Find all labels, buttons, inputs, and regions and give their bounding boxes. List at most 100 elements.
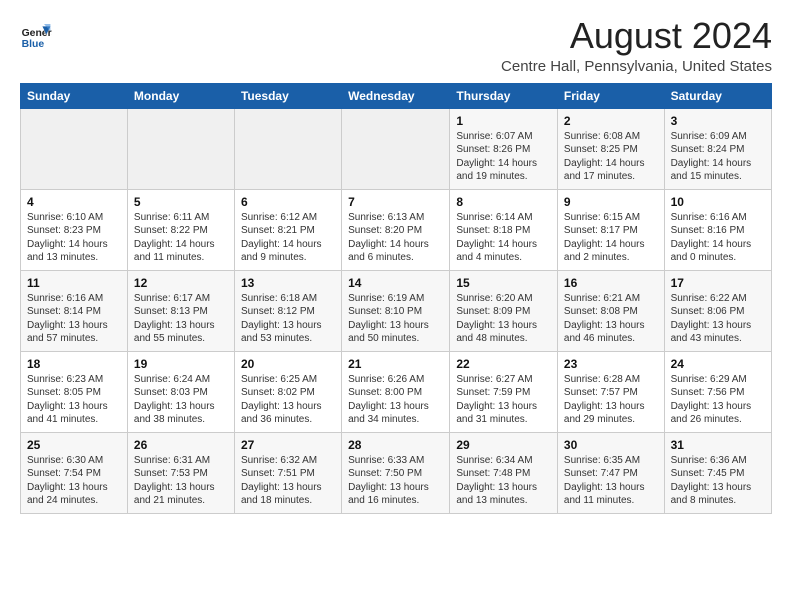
day-number: 28 — [348, 438, 443, 452]
day-info: Sunrise: 6:14 AM Sunset: 8:18 PM Dayligh… — [456, 211, 551, 265]
day-number: 21 — [348, 357, 443, 371]
title-block: August 2024 Centre Hall, Pennsylvania, U… — [501, 16, 772, 75]
calendar-cell — [21, 108, 128, 189]
day-info: Sunrise: 6:08 AM Sunset: 8:25 PM Dayligh… — [564, 130, 658, 184]
day-number: 24 — [671, 357, 765, 371]
calendar-cell: 26Sunrise: 6:31 AM Sunset: 7:53 PM Dayli… — [127, 432, 234, 513]
day-info: Sunrise: 6:16 AM Sunset: 8:14 PM Dayligh… — [27, 292, 121, 346]
calendar-cell: 20 Sunrise: 6:25 AM Sunset: 8:02 PM Dayli… — [234, 351, 341, 432]
calendar-cell: 30 Sunrise: 6:35 AM Sunset: 7:47 PM Dayli… — [557, 432, 664, 513]
day-number: 8 — [456, 195, 551, 209]
calendar-cell: 17 Sunrise: 6:22 AM Sunset: 8:06 PM Dayli… — [664, 270, 771, 351]
header-saturday: Saturday — [664, 83, 771, 108]
header-tuesday: Tuesday — [234, 83, 341, 108]
day-info: Sunrise: 6:17 AM Sunset: 8:13 PM Dayligh… — [134, 292, 228, 346]
day-number: 10 — [671, 195, 765, 209]
page-header: General Blue August 2024 Centre Hall, Pe… — [20, 16, 772, 75]
calendar-week-row: 1Sunrise: 6:07 AM Sunset: 8:26 PM Daylig… — [21, 108, 772, 189]
calendar-cell: 3 Sunrise: 6:09 AM Sunset: 8:24 PM Daylig… — [664, 108, 771, 189]
header-thursday: Thursday — [450, 83, 558, 108]
calendar-cell: 9Sunrise: 6:15 AM Sunset: 8:17 PM Daylig… — [557, 189, 664, 270]
calendar-cell: 4 Sunrise: 6:10 AM Sunset: 8:23 PM Daylig… — [21, 189, 128, 270]
weekday-header-row: Sunday Monday Tuesday Wednesday Thursday… — [21, 83, 772, 108]
day-info: Sunrise: 6:09 AM Sunset: 8:24 PM Dayligh… — [671, 130, 765, 184]
day-number: 27 — [241, 438, 335, 452]
logo-icon: General Blue — [20, 20, 52, 52]
calendar-cell: 2 Sunrise: 6:08 AM Sunset: 8:25 PM Daylig… — [557, 108, 664, 189]
calendar-cell: 18Sunrise: 6:23 AM Sunset: 8:05 PM Dayli… — [21, 351, 128, 432]
logo: General Blue — [20, 20, 52, 52]
calendar-week-row: 18Sunrise: 6:23 AM Sunset: 8:05 PM Dayli… — [21, 351, 772, 432]
day-number: 25 — [27, 438, 121, 452]
day-number: 20 — [241, 357, 335, 371]
day-info: Sunrise: 6:07 AM Sunset: 8:26 PM Dayligh… — [456, 130, 551, 184]
calendar-title: August 2024 — [501, 16, 772, 56]
calendar-cell: 21Sunrise: 6:26 AM Sunset: 8:00 PM Dayli… — [342, 351, 450, 432]
calendar-cell: 23Sunrise: 6:28 AM Sunset: 7:57 PM Dayli… — [557, 351, 664, 432]
day-number: 3 — [671, 114, 765, 128]
day-info: Sunrise: 6:22 AM Sunset: 8:06 PM Dayligh… — [671, 292, 765, 346]
day-info: Sunrise: 6:29 AM Sunset: 7:56 PM Dayligh… — [671, 373, 765, 427]
calendar-subtitle: Centre Hall, Pennsylvania, United States — [501, 58, 772, 75]
day-number: 15 — [456, 276, 551, 290]
day-number: 30 — [564, 438, 658, 452]
calendar-cell: 27 Sunrise: 6:32 AM Sunset: 7:51 PM Dayli… — [234, 432, 341, 513]
day-info: Sunrise: 6:27 AM Sunset: 7:59 PM Dayligh… — [456, 373, 551, 427]
day-info: Sunrise: 6:16 AM Sunset: 8:16 PM Dayligh… — [671, 211, 765, 265]
calendar-cell: 22 Sunrise: 6:27 AM Sunset: 7:59 PM Dayli… — [450, 351, 558, 432]
day-number: 19 — [134, 357, 228, 371]
calendar-cell — [234, 108, 341, 189]
calendar-week-row: 11 Sunrise: 6:16 AM Sunset: 8:14 PM Dayli… — [21, 270, 772, 351]
header-wednesday: Wednesday — [342, 83, 450, 108]
calendar-cell: 5Sunrise: 6:11 AM Sunset: 8:22 PM Daylig… — [127, 189, 234, 270]
calendar-cell: 15 Sunrise: 6:20 AM Sunset: 8:09 PM Dayli… — [450, 270, 558, 351]
day-number: 12 — [134, 276, 228, 290]
day-info: Sunrise: 6:10 AM Sunset: 8:23 PM Dayligh… — [27, 211, 121, 265]
day-info: Sunrise: 6:12 AM Sunset: 8:21 PM Dayligh… — [241, 211, 335, 265]
day-info: Sunrise: 6:13 AM Sunset: 8:20 PM Dayligh… — [348, 211, 443, 265]
calendar-cell: 1Sunrise: 6:07 AM Sunset: 8:26 PM Daylig… — [450, 108, 558, 189]
calendar-cell: 7 Sunrise: 6:13 AM Sunset: 8:20 PM Daylig… — [342, 189, 450, 270]
calendar-cell: 29Sunrise: 6:34 AM Sunset: 7:48 PM Dayli… — [450, 432, 558, 513]
calendar-cell: 24 Sunrise: 6:29 AM Sunset: 7:56 PM Dayli… — [664, 351, 771, 432]
header-friday: Friday — [557, 83, 664, 108]
day-number: 7 — [348, 195, 443, 209]
calendar-cell: 12 Sunrise: 6:17 AM Sunset: 8:13 PM Dayli… — [127, 270, 234, 351]
calendar-cell: 16Sunrise: 6:21 AM Sunset: 8:08 PM Dayli… — [557, 270, 664, 351]
day-number: 4 — [27, 195, 121, 209]
svg-text:Blue: Blue — [22, 39, 45, 50]
day-info: Sunrise: 6:30 AM Sunset: 7:54 PM Dayligh… — [27, 454, 121, 508]
day-info: Sunrise: 6:25 AM Sunset: 8:02 PM Dayligh… — [241, 373, 335, 427]
day-info: Sunrise: 6:18 AM Sunset: 8:12 PM Dayligh… — [241, 292, 335, 346]
day-info: Sunrise: 6:32 AM Sunset: 7:51 PM Dayligh… — [241, 454, 335, 508]
day-number: 18 — [27, 357, 121, 371]
day-info: Sunrise: 6:36 AM Sunset: 7:45 PM Dayligh… — [671, 454, 765, 508]
calendar-cell: 8 Sunrise: 6:14 AM Sunset: 8:18 PM Daylig… — [450, 189, 558, 270]
day-number: 17 — [671, 276, 765, 290]
day-info: Sunrise: 6:28 AM Sunset: 7:57 PM Dayligh… — [564, 373, 658, 427]
day-info: Sunrise: 6:24 AM Sunset: 8:03 PM Dayligh… — [134, 373, 228, 427]
calendar-cell: 6 Sunrise: 6:12 AM Sunset: 8:21 PM Daylig… — [234, 189, 341, 270]
day-info: Sunrise: 6:21 AM Sunset: 8:08 PM Dayligh… — [564, 292, 658, 346]
calendar-week-row: 4 Sunrise: 6:10 AM Sunset: 8:23 PM Daylig… — [21, 189, 772, 270]
calendar-cell — [127, 108, 234, 189]
day-info: Sunrise: 6:20 AM Sunset: 8:09 PM Dayligh… — [456, 292, 551, 346]
day-info: Sunrise: 6:35 AM Sunset: 7:47 PM Dayligh… — [564, 454, 658, 508]
day-info: Sunrise: 6:11 AM Sunset: 8:22 PM Dayligh… — [134, 211, 228, 265]
day-number: 2 — [564, 114, 658, 128]
calendar-cell: 13Sunrise: 6:18 AM Sunset: 8:12 PM Dayli… — [234, 270, 341, 351]
calendar-cell: 14Sunrise: 6:19 AM Sunset: 8:10 PM Dayli… — [342, 270, 450, 351]
calendar-cell — [342, 108, 450, 189]
day-number: 6 — [241, 195, 335, 209]
calendar-cell: 11 Sunrise: 6:16 AM Sunset: 8:14 PM Dayli… — [21, 270, 128, 351]
calendar-cell: 31Sunrise: 6:36 AM Sunset: 7:45 PM Dayli… — [664, 432, 771, 513]
day-number: 11 — [27, 276, 121, 290]
day-number: 22 — [456, 357, 551, 371]
calendar-cell: 10 Sunrise: 6:16 AM Sunset: 8:16 PM Dayli… — [664, 189, 771, 270]
header-sunday: Sunday — [21, 83, 128, 108]
day-info: Sunrise: 6:31 AM Sunset: 7:53 PM Dayligh… — [134, 454, 228, 508]
calendar-week-row: 25 Sunrise: 6:30 AM Sunset: 7:54 PM Dayli… — [21, 432, 772, 513]
day-number: 9 — [564, 195, 658, 209]
day-info: Sunrise: 6:33 AM Sunset: 7:50 PM Dayligh… — [348, 454, 443, 508]
calendar-table: Sunday Monday Tuesday Wednesday Thursday… — [20, 83, 772, 514]
